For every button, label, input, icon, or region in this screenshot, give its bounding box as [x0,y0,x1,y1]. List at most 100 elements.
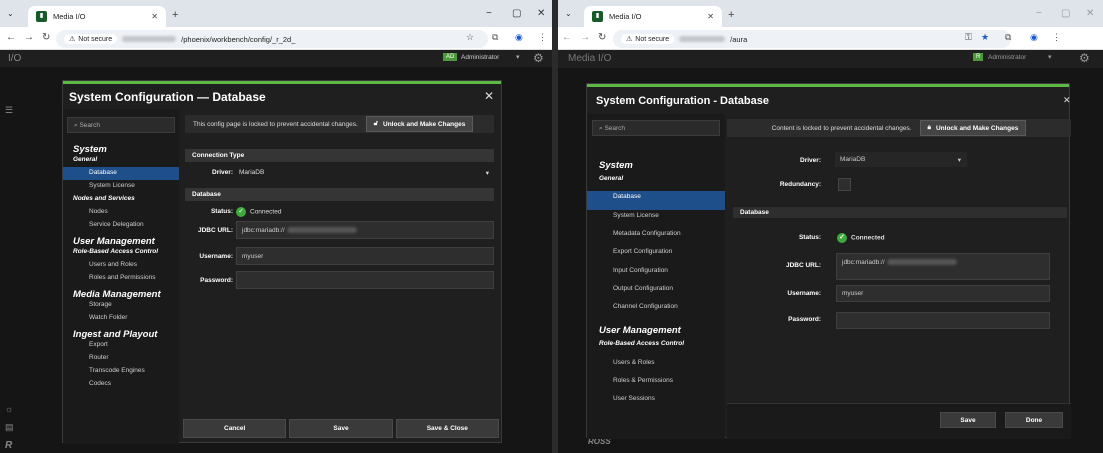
reload-icon[interactable]: ↻ [42,32,50,43]
close-icon[interactable]: ✕ [1063,95,1071,106]
jdbc-url-field[interactable]: jdbc:mariadb:// [236,221,494,239]
forward-icon[interactable]: → [580,32,590,43]
bookmark-star-icon[interactable]: ☆ [466,32,474,43]
modal-footer: Save Done [727,403,1071,439]
username-label: Username: [199,253,233,260]
forward-icon[interactable]: → [24,32,34,43]
new-tab-icon[interactable]: + [728,9,734,21]
maximize-icon[interactable]: ▢ [512,8,521,19]
sidebar-item-metadata-configuration[interactable]: Metadata Configuration [613,230,681,237]
cancel-button[interactable]: Cancel [183,419,287,438]
user-avatar[interactable]: R [973,53,984,61]
username-field[interactable]: myuser [236,247,494,265]
address-bar-row: ← → ↻ ⚠ Not secure /aura ⚿ ★ ⧉ ◉ ⋮ [558,27,1103,50]
sidebar-item-watch-folder[interactable]: Watch Folder [89,314,127,321]
close-window-icon[interactable]: ✕ [1086,8,1094,19]
sidebar-item-user-management: User Management [599,325,681,337]
brand-r-icon: R [5,440,13,451]
user-name[interactable]: Administrator [988,54,1026,61]
driver-select[interactable]: MariaDB ▾ [835,152,967,167]
sidebar-item-output-configuration[interactable]: Output Configuration [613,285,673,292]
settings-gear-icon[interactable]: ⚙ [1079,51,1090,65]
user-avatar[interactable]: AD [443,53,458,61]
sidebar-item-users-roles[interactable]: Users & Roles [613,359,655,366]
menu-lines-icon[interactable]: ☰ [5,105,13,116]
modal-title: System Configuration - Database [596,95,769,107]
sidebar-item-service-delegation[interactable]: Service Delegation [89,221,144,228]
save-and-close-button[interactable]: Save & Close [395,419,499,438]
minimize-icon[interactable]: − [486,8,492,19]
back-icon[interactable]: ← [6,32,16,43]
sidebar-item-database[interactable]: Database [587,191,725,210]
sidebar-item-router[interactable]: Router [89,354,109,361]
password-field[interactable] [836,312,1050,329]
profile-icon[interactable]: ◉ [1030,32,1038,43]
sidebar-item-roles-permissions[interactable]: Roles & Permissions [613,377,673,384]
unlock-button[interactable]: 🔒︎ Unlock and Make Changes [919,120,1027,136]
search-input[interactable]: ⌕ Search [67,117,175,133]
panel-icon[interactable]: ▤ [5,422,14,433]
profile-icon[interactable]: ◉ [515,32,523,43]
sidebar-item-input-configuration[interactable]: Input Configuration [613,267,668,274]
sidebar-item-export[interactable]: Export [89,341,108,348]
sidebar-item-user-sessions[interactable]: User Sessions [613,395,655,402]
sidebar-item-export-configuration[interactable]: Export Configuration [613,248,672,255]
sidebar-item-codecs[interactable]: Codecs [89,380,111,387]
close-icon[interactable]: ✕ [484,89,494,103]
settings-gear-icon[interactable]: ⚙ [533,51,544,65]
user-name[interactable]: Administrator [461,54,499,61]
lock-icon: 🔓︎ [373,120,378,127]
minimize-icon[interactable]: − [1036,8,1042,19]
new-tab-icon[interactable]: + [172,9,178,21]
username-field[interactable]: myuser [836,285,1050,302]
menu-icon[interactable]: ⋮ [538,32,547,43]
tab-search-icon[interactable]: ⌄ [7,9,14,18]
close-tab-icon[interactable]: ✕ [151,12,158,21]
back-icon[interactable]: ← [562,32,572,43]
tab-search-icon[interactable]: ⌄ [565,9,572,18]
config-modal: System Configuration — Database ✕ ⌕ Sear… [62,80,502,444]
modal-accent-bar [587,84,1069,87]
sidebar-item-system-license[interactable]: System License [613,212,659,219]
jdbc-url-field[interactable]: jdbc:mariadb:// [836,253,1050,280]
sidebar-item-system-license[interactable]: System License [89,182,135,189]
browser-tab[interactable]: ▮ Media I/O ✕ [584,6,722,27]
sidebar-item-channel-configuration[interactable]: Channel Configuration [613,303,678,310]
bookmark-star-icon[interactable]: ★ [981,32,989,43]
sidebar-item-system: System [73,144,107,155]
close-window-icon[interactable]: ✕ [537,8,545,19]
browser-tab[interactable]: ▮ Media I/O ✕ [28,6,166,27]
sun-icon[interactable]: ☼ [5,404,13,414]
not-secure-badge[interactable]: ⚠ Not secure [64,34,118,44]
close-tab-icon[interactable]: ✕ [707,12,714,21]
search-input[interactable]: ⌕ Search [592,120,720,136]
search-icon: ⌕ [599,125,603,132]
menu-icon[interactable]: ⋮ [1052,32,1061,43]
url-field[interactable]: ⚠ Not secure /aura [613,30,1011,48]
sidebar-item-database[interactable]: Database [63,167,179,180]
key-icon[interactable]: ⚿ [965,32,972,43]
reload-icon[interactable]: ↻ [598,32,606,43]
url-field[interactable]: ⚠ Not secure /phoenix/workbench/config/_r… [56,30,488,48]
sidebar-item-users-and-roles[interactable]: Users and Roles [89,261,137,268]
sidebar-item-transcode-engines[interactable]: Transcode Engines [89,367,145,374]
connection-type-header: Connection Type [185,149,494,162]
redundancy-checkbox[interactable] [838,178,851,191]
sidebar-item-nodes[interactable]: Nodes [89,208,108,215]
done-button[interactable]: Done [1005,412,1063,428]
not-secure-badge[interactable]: ⚠ Not secure [621,34,675,44]
driver-select[interactable]: MariaDB ▾ [239,169,493,177]
save-button[interactable]: Save [289,419,393,438]
status-label: Status: [210,208,233,215]
password-field[interactable] [236,271,494,289]
user-menu-chevron-icon[interactable]: ▾ [1048,53,1052,61]
extensions-icon[interactable]: ⧉ [492,32,498,43]
sidebar-item-storage[interactable]: Storage [89,301,112,308]
user-menu-chevron-icon[interactable]: ▾ [516,53,520,61]
unlock-button[interactable]: 🔓︎ Unlock and Make Changes [365,116,474,132]
save-button[interactable]: Save [940,412,996,428]
extensions-icon[interactable]: ⧉ [1005,32,1011,43]
maximize-icon[interactable]: ▢ [1061,8,1070,19]
sidebar-item-roles-and-permissions[interactable]: Roles and Permissions [89,274,155,281]
app-logo: I/O [8,53,22,64]
